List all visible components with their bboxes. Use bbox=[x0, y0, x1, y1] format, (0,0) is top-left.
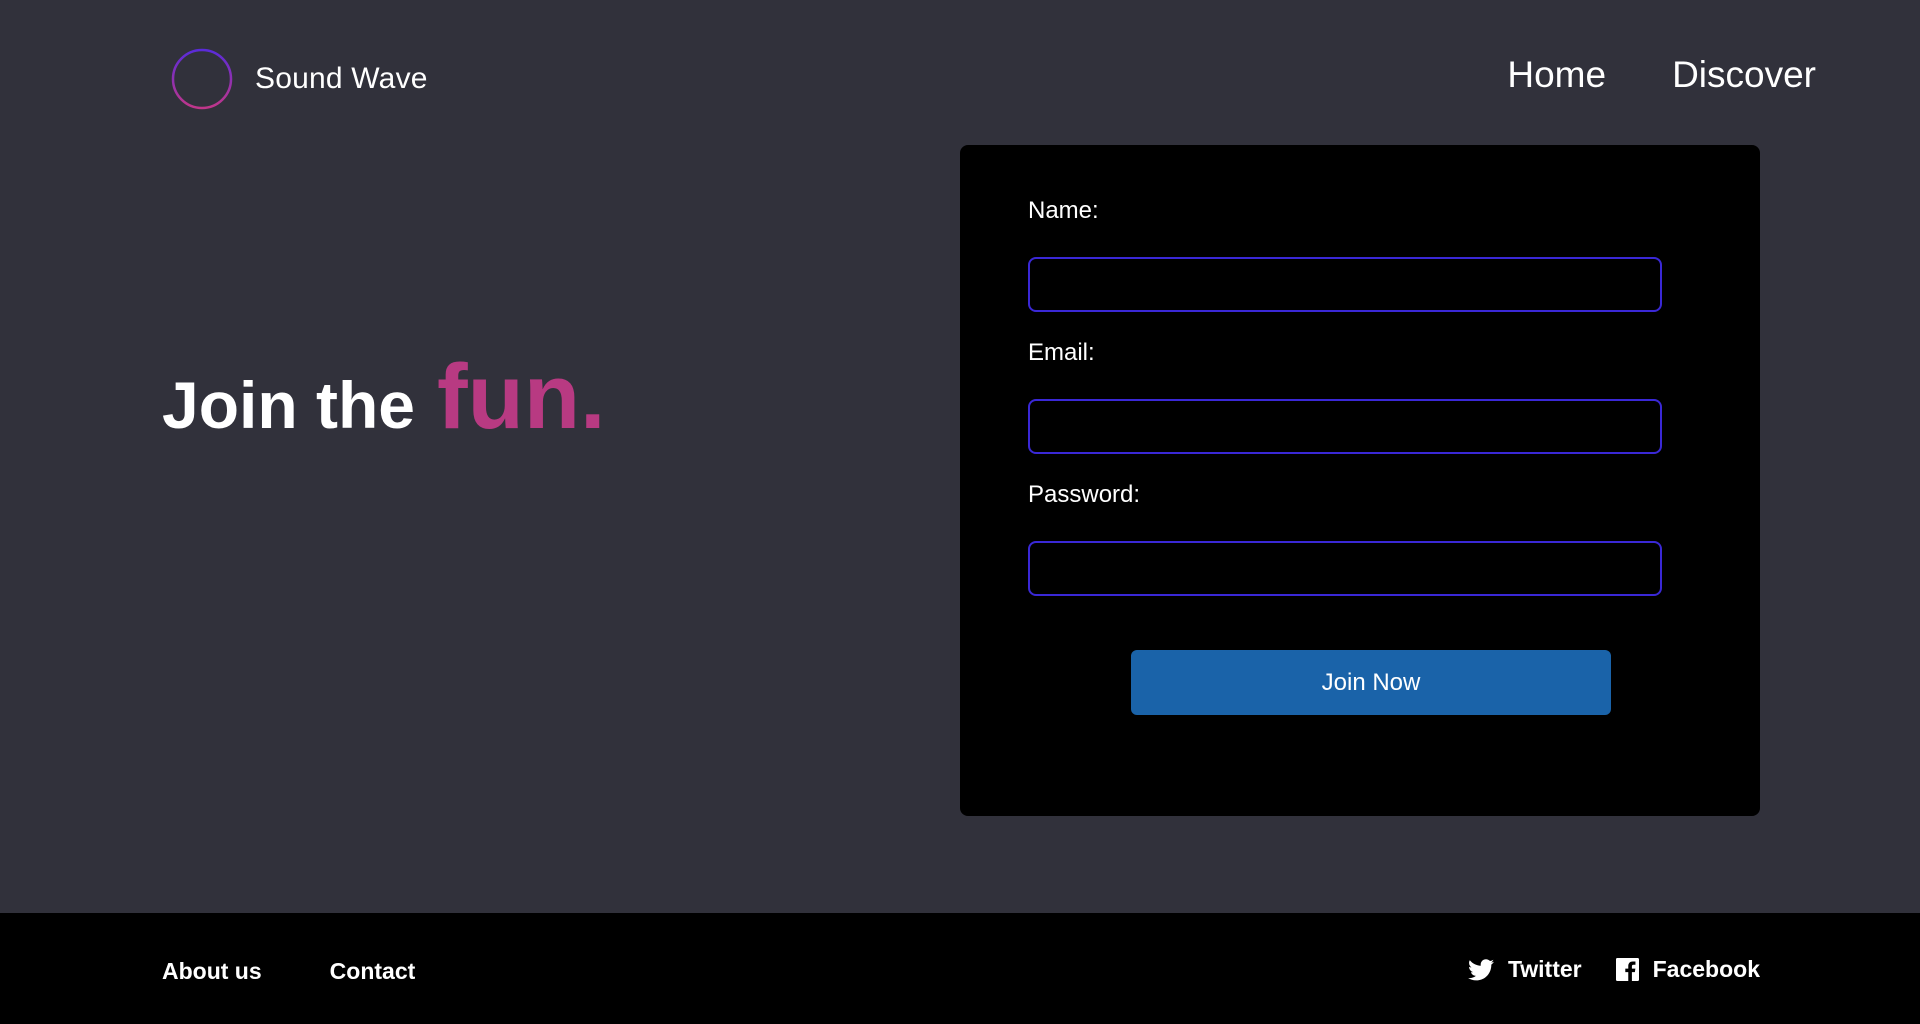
nav-home-link[interactable]: Home bbox=[1507, 54, 1606, 96]
facebook-icon bbox=[1615, 958, 1639, 981]
hero-headline: Join the fun. bbox=[162, 345, 606, 450]
twitter-link[interactable]: Twitter bbox=[1467, 956, 1582, 983]
facebook-label: Facebook bbox=[1652, 956, 1760, 982]
hero-text: Join the bbox=[162, 368, 416, 442]
password-input[interactable] bbox=[1028, 541, 1662, 596]
sound-wave-logo-icon bbox=[171, 48, 233, 110]
facebook-link[interactable]: Facebook bbox=[1615, 956, 1760, 983]
brand-name: Sound Wave bbox=[255, 62, 428, 95]
footer: About us Contact Twitter Facebook bbox=[0, 913, 1920, 1024]
join-now-button[interactable]: Join Now bbox=[1131, 650, 1611, 715]
email-label: Email: bbox=[1028, 339, 1095, 366]
footer-links: About us Contact bbox=[162, 958, 415, 985]
brand[interactable]: Sound Wave bbox=[171, 48, 428, 110]
signup-form: Name: Email: Password: Join Now bbox=[960, 145, 1760, 816]
password-label: Password: bbox=[1028, 481, 1141, 508]
email-input[interactable] bbox=[1028, 399, 1662, 454]
name-input[interactable] bbox=[1028, 257, 1662, 312]
nav-discover-link[interactable]: Discover bbox=[1672, 54, 1816, 96]
twitter-label: Twitter bbox=[1507, 956, 1582, 982]
footer-contact-link[interactable]: Contact bbox=[330, 958, 416, 985]
footer-about-link[interactable]: About us bbox=[162, 958, 262, 985]
hero-accent-text: fun. bbox=[437, 346, 606, 448]
twitter-icon bbox=[1467, 958, 1494, 980]
name-label: Name: bbox=[1028, 197, 1099, 224]
main-nav: Home Discover bbox=[1507, 54, 1816, 96]
social-links: Twitter Facebook bbox=[1467, 956, 1760, 983]
